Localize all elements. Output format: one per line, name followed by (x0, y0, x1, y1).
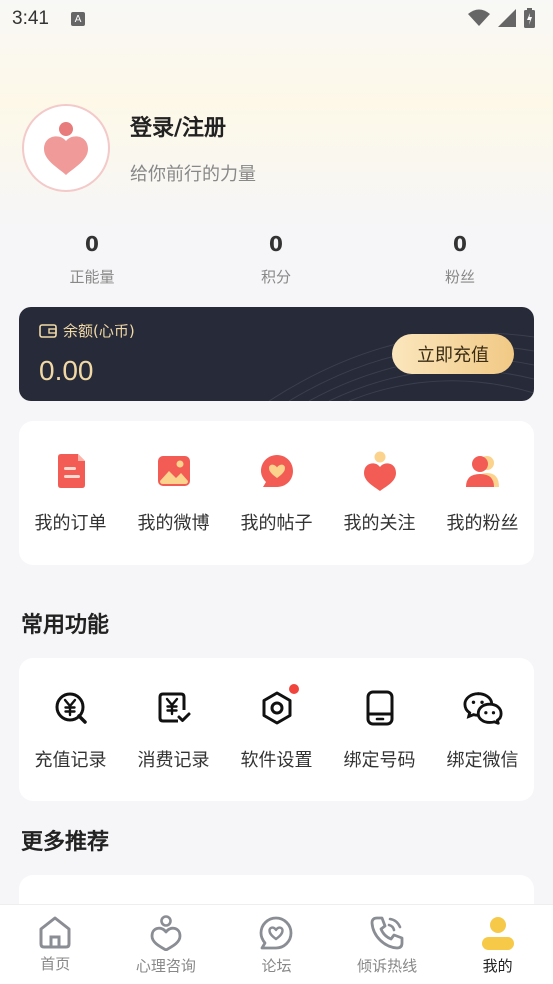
common-functions-title: 常用功能 (21, 613, 110, 638)
function-label: 绑定微信 (446, 750, 519, 771)
tab-hotline[interactable]: 倾诉热线 (332, 905, 443, 984)
common-functions-card: 充值记录 消费记录 软件设置 绑定号码 绑定微信 (19, 658, 534, 801)
tab-home[interactable]: 首页 (0, 905, 111, 984)
image-icon (157, 456, 190, 486)
tab-forum[interactable]: 论坛 (221, 905, 332, 984)
heart-chat-icon (260, 455, 293, 487)
stat-points[interactable]: 0 积分 (184, 232, 368, 287)
order-icon (57, 454, 85, 488)
signal-icon (498, 9, 516, 27)
stat-fans[interactable]: 0 粉丝 (368, 232, 552, 287)
settings-icon (262, 691, 291, 725)
profile-header[interactable]: 登录/注册 给你前行的力量 (22, 104, 256, 192)
notification-dot (288, 684, 299, 694)
wechat-icon (462, 692, 503, 725)
shortcut-label: 我的关注 (343, 513, 416, 534)
bottom-tab-bar: 首页 心理咨询 论坛 倾诉热线 我的 (0, 904, 553, 984)
stat-value: 0 (85, 232, 99, 256)
more-recommend-title: 更多推荐 (21, 830, 110, 855)
function-consume-records[interactable]: 消费记录 (122, 688, 225, 801)
wifi-icon (468, 9, 490, 26)
me-icon (481, 917, 514, 950)
balance-value: 0.00 (39, 355, 94, 386)
function-recharge-records[interactable]: 充值记录 (19, 688, 122, 801)
heart-person-avatar-icon (44, 122, 88, 175)
yen-search-icon (55, 692, 87, 724)
shortcut-label: 我的帖子 (240, 513, 313, 534)
function-label: 充值记录 (34, 750, 107, 771)
status-time: 3:41 (12, 8, 49, 29)
wallet-icon (39, 323, 57, 338)
stat-value: 0 (269, 232, 283, 256)
function-label: 消费记录 (137, 750, 210, 771)
heart-person-icon (363, 451, 396, 491)
hotline-icon (370, 916, 404, 950)
function-settings[interactable]: 软件设置 (225, 684, 328, 801)
stat-label: 正能量 (69, 268, 115, 286)
tab-label: 倾诉热线 (357, 957, 418, 975)
shortcut-posts[interactable]: 我的帖子 (225, 451, 328, 565)
shortcut-label: 我的订单 (34, 513, 107, 534)
battery-icon (524, 8, 535, 28)
forum-icon (260, 916, 293, 950)
stat-value: 0 (453, 232, 467, 256)
shortcut-weibo[interactable]: 我的微博 (122, 451, 225, 565)
counsel-icon (150, 915, 182, 951)
stat-label: 积分 (260, 268, 291, 286)
tab-label: 首页 (40, 955, 71, 973)
tab-counsel[interactable]: 心理咨询 (111, 905, 222, 984)
stats-row: 0 正能量 0 积分 0 粉丝 (0, 232, 553, 287)
tab-label: 论坛 (261, 957, 292, 975)
recharge-button[interactable]: 立即充值 (392, 334, 514, 374)
function-bind-phone[interactable]: 绑定号码 (328, 688, 431, 801)
shortcut-follows[interactable]: 我的关注 (328, 451, 431, 565)
stat-energy[interactable]: 0 正能量 (0, 232, 184, 287)
balance-label: 余额(心币) (63, 322, 135, 340)
shortcut-label: 我的粉丝 (446, 513, 519, 534)
notification-a-icon: A (70, 12, 85, 26)
profile-subtitle: 给你前行的力量 (130, 164, 256, 185)
shortcut-fans[interactable]: 我的粉丝 (431, 451, 534, 565)
balance-card: 余额(心币) 0.00 立即充值 (19, 307, 534, 401)
phone-icon (366, 690, 393, 726)
yen-check-icon (158, 692, 190, 723)
fans-icon (465, 456, 499, 487)
stat-label: 粉丝 (444, 268, 475, 286)
shortcut-orders[interactable]: 我的订单 (19, 451, 122, 565)
home-icon (39, 916, 71, 949)
avatar[interactable] (22, 104, 110, 192)
function-label: 软件设置 (240, 750, 313, 771)
login-register-link[interactable]: 登录/注册 (130, 110, 256, 142)
tab-label: 心理咨询 (135, 957, 196, 975)
status-bar: 3:41 A (0, 0, 553, 38)
tab-label: 我的 (482, 957, 513, 975)
shortcuts-card: 我的订单 我的微博 我的帖子 我的关注 我的粉丝 (19, 421, 534, 565)
shortcut-label: 我的微博 (137, 513, 210, 534)
function-bind-wechat[interactable]: 绑定微信 (431, 688, 534, 801)
function-label: 绑定号码 (343, 750, 416, 771)
tab-me[interactable]: 我的 (442, 905, 553, 984)
